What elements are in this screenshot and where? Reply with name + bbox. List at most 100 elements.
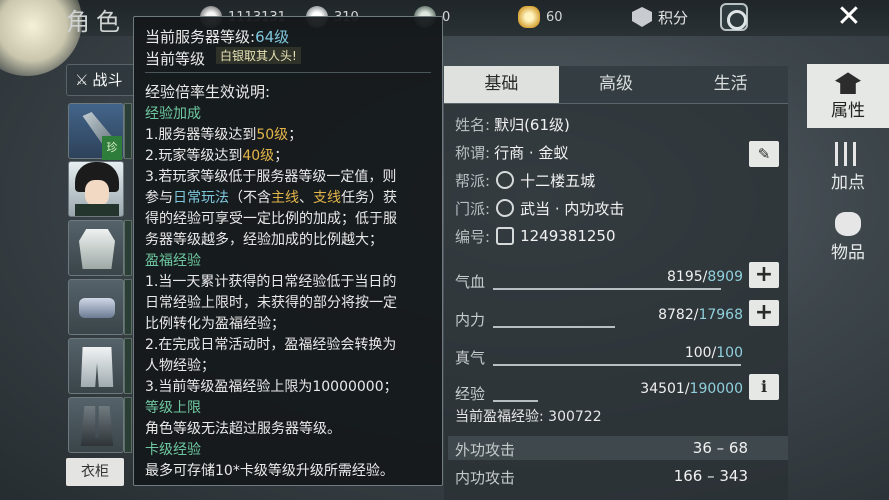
exp-bar <box>493 400 538 402</box>
page-title: 角色 <box>66 8 126 36</box>
sect-value: 武当 · 内功攻击 <box>520 199 625 218</box>
gold-ingot-value: 60 <box>546 9 563 25</box>
stat-exp: 经验 34501/190000 <box>455 380 743 404</box>
surplus-exp: 当前盈福经验: 300722 <box>455 409 602 425</box>
outer-attack-value: 36 – 68 <box>692 439 748 457</box>
hp-label: 气血 <box>455 273 486 291</box>
nav-points[interactable]: 加点 <box>807 136 889 200</box>
title-value: 行商 · 金蚁 <box>494 143 569 162</box>
server-level-line: 当前服务器等级:64级 <box>145 26 289 47</box>
highlight: 主线 <box>271 190 299 206</box>
slot-edge <box>124 279 132 335</box>
tooltip-line: 3.若玩家等级低于服务器等级一定值，则 <box>145 169 397 185</box>
chest-armor-icon <box>79 229 115 269</box>
equip-slot-belt[interactable] <box>68 279 124 335</box>
nav-attributes-label: 属性 <box>831 101 865 121</box>
belt-icon <box>79 298 115 318</box>
guild-key: 帮派: <box>455 171 491 190</box>
title-key: 称谓: <box>455 143 491 162</box>
slot-edge <box>124 397 132 453</box>
hp-value: 8195/8909 <box>667 269 743 285</box>
wardrobe-button[interactable]: 衣柜 <box>66 458 124 486</box>
tooltip-divider <box>145 72 431 73</box>
section-level-lock-exp: 卡级经验 <box>145 442 201 458</box>
battle-tab[interactable]: ⚔ 战斗 <box>66 64 138 96</box>
name-key: 姓名: <box>455 115 491 134</box>
settings-gear-icon[interactable] <box>720 3 748 31</box>
score-label: 积分 <box>658 8 689 27</box>
copy-id-icon[interactable] <box>496 227 515 245</box>
highlight: 50级 <box>256 127 289 143</box>
id-value: 1249381250 <box>520 227 616 245</box>
gold-ingot-icon <box>518 6 540 28</box>
tooltip-line: 最多可存储10*卡级等级升级所需经验。 <box>145 463 394 479</box>
qi-max: 100 <box>716 345 743 361</box>
score-button[interactable]: 积分 <box>632 6 688 28</box>
bag-icon <box>835 212 861 236</box>
scholar-hat-icon <box>835 72 861 94</box>
tooltip-line: 2.玩家等级达到40级； <box>145 148 289 164</box>
title-row: 称谓: 行商 · 金蚁 <box>455 140 568 164</box>
hp-bar <box>493 288 721 290</box>
rarity-tag: 珍 <box>102 136 122 160</box>
tooltip-line: 务器等级越多，经验加成的比例越大； <box>145 232 383 248</box>
tooltip-line: 参与日常玩法（不含主线、支线任务）获 <box>145 187 397 207</box>
qi-label: 真气 <box>455 349 486 367</box>
mp-bar <box>493 326 615 328</box>
tooltip-heading: 经验倍率生效说明: <box>145 83 271 101</box>
side-nav: 属性 加点 物品 <box>807 64 889 334</box>
sect-row: 门派: 武当 · 内功攻击 <box>455 196 624 220</box>
server-level-label: 当前服务器等级: <box>145 28 256 46</box>
tab-basic[interactable]: 基础 <box>444 66 559 104</box>
player-level-line: 当前等级 <box>145 48 205 69</box>
equip-slot-boots[interactable] <box>68 397 124 453</box>
edit-title-brush-icon[interactable]: ✎ <box>749 141 779 167</box>
text: 任务）获 <box>341 190 397 206</box>
tooltip-line: 2.在完成日常活动时，盈福经验会转换为 <box>145 337 397 353</box>
battle-tab-label: 战斗 <box>92 71 123 89</box>
nav-attributes[interactable]: 属性 <box>807 64 889 128</box>
tooltip-line: 1.服务器等级达到50级； <box>145 127 303 143</box>
exp-current: 34501 <box>640 381 685 397</box>
qi-current: 100 <box>684 345 712 361</box>
outer-attack-row: 外功攻击 36 – 68 <box>448 436 788 460</box>
equip-slot-chest[interactable] <box>68 220 124 276</box>
sword-icon: ⚔ <box>75 71 89 89</box>
tab-advanced[interactable]: 高级 <box>558 66 674 104</box>
character-avatar[interactable] <box>68 161 124 217</box>
jade-coin-value: 0 <box>442 9 451 25</box>
add-mp-button[interactable]: + <box>749 300 779 326</box>
text: 1.服务器等级达到 <box>145 127 257 143</box>
name-row: 姓名: 默归(61级) <box>455 112 570 136</box>
guild-value: 十二楼五城 <box>520 171 596 190</box>
name-value: 默归(61级) <box>494 115 570 134</box>
id-row: 编号: 1249381250 <box>455 224 616 248</box>
add-hp-button[interactable]: + <box>749 262 779 288</box>
score-icon <box>632 7 652 27</box>
inner-attack-value: 166 – 343 <box>673 467 748 485</box>
attribute-tabs: 基础 高级 生活 <box>444 66 789 104</box>
tooltip-line: 人物经验； <box>145 358 215 374</box>
guild-emblem-icon <box>496 171 515 189</box>
sect-emblem-icon <box>496 199 515 217</box>
exp-label: 经验 <box>455 385 486 403</box>
nav-items[interactable]: 物品 <box>807 206 889 270</box>
pants-icon <box>80 347 114 387</box>
highlight: 支线 <box>313 190 341 206</box>
player-level-label: 当前等级 <box>145 50 206 68</box>
slot-edge <box>124 338 132 394</box>
tooltip-line: 1.当一天累计获得的日常经验低于当日的 <box>145 274 397 290</box>
equip-slot-pants[interactable] <box>68 338 124 394</box>
tab-life[interactable]: 生活 <box>673 66 789 104</box>
close-icon[interactable]: ✕ <box>824 0 874 34</box>
tooltip-line: 日常经验上限时，未获得的部分将按一定 <box>145 295 397 311</box>
sliders-icon <box>835 142 861 166</box>
exp-info-icon[interactable]: i <box>749 374 779 400</box>
exp-max: 190000 <box>689 381 743 397</box>
scrolling-banner: 白银取其人头! <box>216 47 301 64</box>
tooltip-line: 角色等级无法超过服务器等级。 <box>145 421 341 437</box>
section-exp-bonus: 经验加成 <box>145 106 201 122</box>
gold-ingot-counter: 60 <box>518 6 563 28</box>
stat-qi: 真气 100/100 <box>455 344 743 368</box>
section-level-cap: 等级上限 <box>145 400 201 416</box>
